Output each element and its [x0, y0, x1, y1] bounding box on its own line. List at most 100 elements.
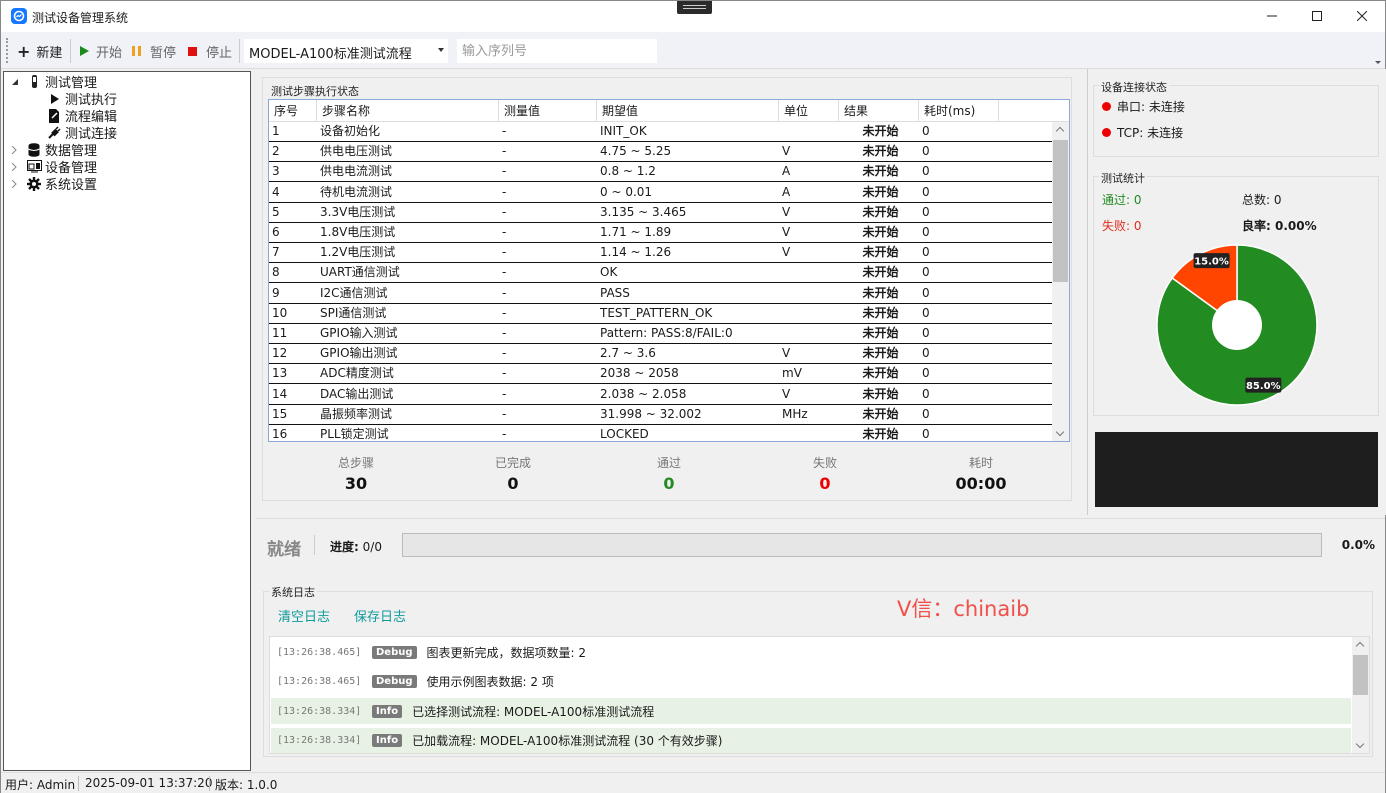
- grid-scrollbar[interactable]: [1052, 122, 1069, 441]
- column-header-index[interactable]: 序号: [269, 100, 317, 122]
- scroll-up-icon[interactable]: [1055, 126, 1065, 136]
- stop-icon: [188, 46, 197, 56]
- scroll-down-icon[interactable]: [1055, 427, 1065, 437]
- tcp-status: TCP: 未连接: [1102, 124, 1183, 141]
- table-cell: 0: [922, 265, 930, 280]
- table-row[interactable]: 10 SPI通信测试 - TEST_PATTERN_OK 未开始 0: [269, 303, 1052, 324]
- table-cell: 未开始: [862, 245, 899, 260]
- minimize-button[interactable]: [1249, 1, 1295, 31]
- tree-item-system-settings[interactable]: 系统设置: [11, 175, 98, 193]
- table-cell: A: [782, 164, 791, 179]
- summary-done-label: 已完成: [494, 456, 531, 470]
- maximize-button[interactable]: [1294, 1, 1340, 31]
- new-button[interactable]: + 新建: [17, 41, 62, 61]
- table-cell: 0: [922, 285, 930, 300]
- column-header-name[interactable]: 步骤名称: [317, 100, 499, 122]
- log-list[interactable]: [13:26:38.465] Debug 图表更新完成，数据项数量: 2 [13:26…: [269, 636, 1370, 754]
- table-cell: 16: [272, 427, 288, 441]
- table-cell: 未开始: [862, 326, 899, 340]
- summary-pass: 通过 0: [599, 454, 739, 493]
- table-cell: [779, 284, 839, 303]
- window-title: 测试设备管理系统: [32, 11, 129, 25]
- table-row[interactable]: 13 ADC精度测试 - 2038 ~ 2058 mV 未开始 0: [269, 364, 1052, 385]
- table-row[interactable]: 9 I2C通信测试 - PASS 未开始 0: [269, 283, 1052, 304]
- table-cell: 0: [922, 346, 930, 361]
- summary-time-label: 耗时: [968, 456, 993, 470]
- tree-item-device-management[interactable]: 设备管理: [11, 158, 97, 176]
- stop-button[interactable]: 停止: [188, 41, 232, 61]
- tree-item-label: 系统设置: [45, 178, 98, 193]
- table-cell: mV: [782, 366, 802, 381]
- snap-handle[interactable]: [677, 1, 712, 14]
- table-cell: 3.3V电压测试: [320, 204, 396, 219]
- table-cell: GPIO输出测试: [320, 346, 398, 361]
- toolbar-separator: [239, 39, 240, 63]
- table-row[interactable]: 5 3.3V电压测试 - 3.135 ~ 3.465 V 未开始 0: [269, 202, 1052, 223]
- table-cell: -: [502, 245, 507, 260]
- log-scroll-thumb[interactable]: [1353, 655, 1368, 695]
- table-cell: -: [502, 265, 507, 280]
- table-cell: 9: [272, 285, 280, 300]
- tree-item-test-run[interactable]: 测试执行: [46, 90, 117, 108]
- table-row[interactable]: 2 供电电压测试 - 4.75 ~ 5.25 V 未开始 0: [269, 142, 1052, 163]
- column-header-expected[interactable]: 期望值: [597, 100, 779, 122]
- table-row[interactable]: 12 GPIO输出测试 - 2.7 ~ 3.6 V 未开始 0: [269, 344, 1052, 365]
- grid-scroll-thumb[interactable]: [1053, 140, 1068, 282]
- toolbar-grip[interactable]: [6, 38, 8, 63]
- table-row[interactable]: 6 1.8V电压测试 - 1.71 ~ 1.89 V 未开始 0: [269, 223, 1052, 243]
- column-header-duration[interactable]: 耗时(ms): [919, 100, 999, 122]
- log-entry[interactable]: [13:26:38.334] Info 已加载流程: MODEL-A100标准测试流…: [271, 727, 1351, 753]
- tree-item-flow-edit[interactable]: 流程编辑: [46, 107, 117, 125]
- log-scrollbar[interactable]: [1352, 637, 1369, 753]
- flow-select[interactable]: MODEL-A100标准测试流程: [244, 39, 448, 63]
- start-button[interactable]: 开始: [80, 41, 122, 61]
- table-cell: 10: [272, 305, 288, 320]
- table-row[interactable]: 7 1.2V电压测试 - 1.14 ~ 1.26 V 未开始 0: [269, 243, 1052, 264]
- table-row[interactable]: 1 设备初始化 - INIT_OK 未开始 0: [269, 122, 1052, 142]
- collapsed-icon: [11, 179, 17, 188]
- tree-item-data-management[interactable]: 数据管理: [11, 141, 97, 159]
- table-row[interactable]: 16 PLL锁定测试 - LOCKED 未开始 0: [269, 425, 1052, 441]
- serial-input[interactable]: [457, 39, 657, 63]
- pause-button[interactable]: 暂停: [132, 41, 176, 61]
- tree-item-test-connect[interactable]: 测试连接: [46, 124, 117, 142]
- column-header-result[interactable]: 结果: [839, 100, 919, 122]
- close-button[interactable]: [1339, 1, 1385, 31]
- table-cell: A: [782, 184, 791, 199]
- log-level-badge: Info: [372, 734, 403, 747]
- stats-pass: 通过: 0: [1102, 193, 1142, 207]
- toolbar-overflow-icon[interactable]: [1375, 61, 1381, 64]
- table-row[interactable]: 8 UART通信测试 - OK 未开始 0: [269, 263, 1052, 284]
- scroll-up-icon[interactable]: [1355, 641, 1365, 651]
- table-row[interactable]: 11 GPIO输入测试 - Pattern: PASS:8/FAIL:0 未开始 0: [269, 324, 1052, 344]
- table-cell: 0: [922, 366, 930, 381]
- table-row[interactable]: 15 晶振频率测试 - 31.998 ~ 32.002 MHz 未开始 0: [269, 404, 1052, 425]
- table-cell: TEST_PATTERN_OK: [600, 305, 713, 320]
- tree-item-test-management[interactable]: 测试管理: [11, 73, 97, 91]
- table-row[interactable]: 3 供电电流测试 - 0.8 ~ 1.2 A 未开始 0: [269, 162, 1052, 183]
- progress-percent: 0.0%: [1341, 538, 1375, 552]
- summary-pass-value: 0: [663, 474, 675, 493]
- main-window: 测试设备管理系统 + 新建 开始 暂停 停止 MODEL-A100标准测试流程 …: [0, 0, 1386, 793]
- steps-grid[interactable]: 序号 步骤名称 测量值 期望值 单位 结果 耗时(ms) 1 设备初始化 - INIT…: [268, 99, 1070, 442]
- collapsed-icon: [11, 145, 17, 154]
- table-cell: 未开始: [862, 346, 899, 361]
- pause-label: 暂停: [150, 45, 177, 61]
- log-message: 已加载流程: MODEL-A100标准测试流程 (30 个有效步骤): [412, 734, 723, 748]
- flow-select-value: MODEL-A100标准测试流程: [249, 47, 412, 62]
- log-entry[interactable]: [13:26:38.465] Debug 使用示例图表数据: 2 项: [271, 669, 1351, 695]
- save-log-button[interactable]: 保存日志: [354, 606, 406, 625]
- pie-label-text: 15.0%: [1194, 257, 1229, 268]
- scroll-down-icon[interactable]: [1355, 739, 1365, 749]
- column-header-measured[interactable]: 测量值: [499, 100, 597, 122]
- progress-strip: 就绪 进度: 0/0 0.0%: [256, 518, 1385, 570]
- column-header-unit[interactable]: 单位: [779, 100, 839, 122]
- log-entry[interactable]: [13:26:38.465] Debug 图表更新完成，数据项数量: 2: [271, 639, 1351, 665]
- table-cell: [779, 122, 839, 141]
- clear-log-button[interactable]: 清空日志: [278, 606, 330, 625]
- table-row[interactable]: 4 待机电流测试 - 0 ~ 0.01 A 未开始 0: [269, 182, 1052, 203]
- table-row[interactable]: 14 DAC输出测试 - 2.038 ~ 2.058 V 未开始 0: [269, 384, 1052, 405]
- table-cell: 11: [272, 326, 288, 340]
- status-separator: [209, 776, 210, 791]
- log-entry[interactable]: [13:26:38.334] Info 已选择测试流程: MODEL-A100标准测…: [271, 698, 1351, 724]
